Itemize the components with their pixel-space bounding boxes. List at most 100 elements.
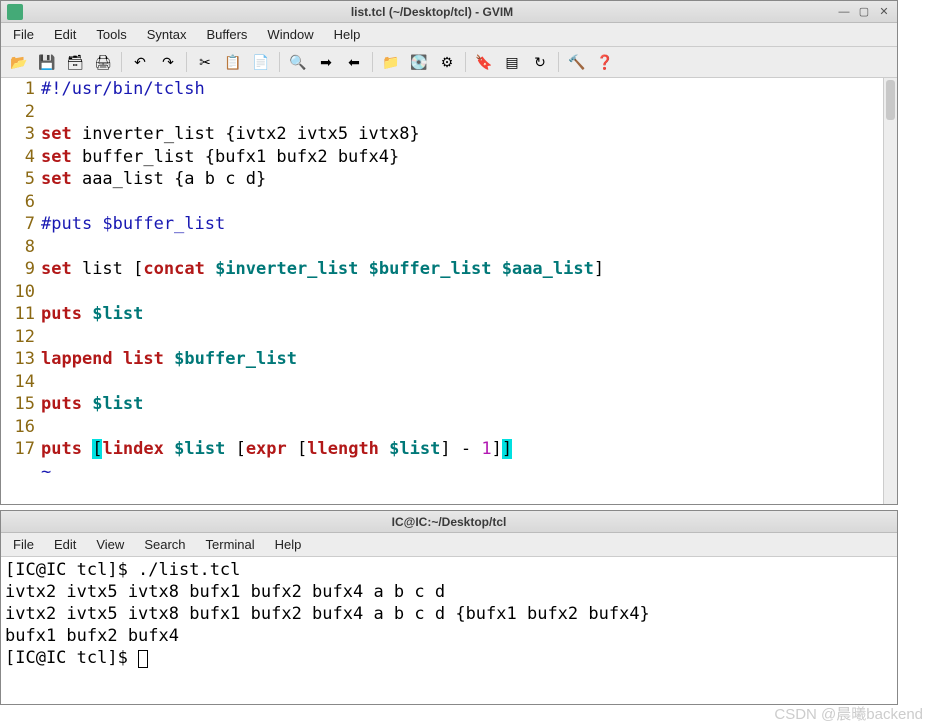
help-icon[interactable]: ❓ xyxy=(593,50,617,74)
menu-syntax[interactable]: Syntax xyxy=(139,25,195,44)
code-line[interactable] xyxy=(41,326,883,349)
menu-window[interactable]: Window xyxy=(259,25,321,44)
line-number: 3 xyxy=(1,123,35,146)
gvim-app-icon xyxy=(7,4,23,20)
find-icon[interactable]: 🔍 xyxy=(286,50,310,74)
gvim-titlebar[interactable]: list.tcl (~/Desktop/tcl) - GVIM — ▢ ✕ xyxy=(1,1,897,23)
terminal-menubar: FileEditViewSearch TerminalHelp xyxy=(1,533,897,557)
terminal-line: ivtx2 ivtx5 ivtx8 bufx1 bufx2 bufx4 a b … xyxy=(5,581,893,603)
menu-file[interactable]: File xyxy=(5,25,42,44)
open-icon[interactable]: 📂 xyxy=(7,50,31,74)
code-line[interactable] xyxy=(41,101,883,124)
line-number: 14 xyxy=(1,371,35,394)
tag-icon[interactable]: 🔖 xyxy=(472,50,496,74)
gvim-window: list.tcl (~/Desktop/tcl) - GVIM — ▢ ✕ Fi… xyxy=(0,0,898,505)
menu-buffers[interactable]: Buffers xyxy=(198,25,255,44)
term-menu-edit[interactable]: Edit xyxy=(46,535,84,554)
menu-tools[interactable]: Tools xyxy=(88,25,134,44)
code-line[interactable]: puts $list xyxy=(41,303,883,326)
terminal-body[interactable]: [IC@IC tcl]$ ./list.tclivtx2 ivtx5 ivtx8… xyxy=(1,557,897,704)
code-line[interactable]: puts $list xyxy=(41,393,883,416)
code-line[interactable]: lappend list $buffer_list xyxy=(41,348,883,371)
print-icon[interactable]: 🖨 xyxy=(91,50,115,74)
toolbar-separator xyxy=(372,52,373,72)
terminal-window: IC@IC:~/Desktop/tcl FileEditViewSearch Te… xyxy=(0,510,898,705)
code-line[interactable]: set inverter_list {ivtx2 ivtx5 ivtx8} xyxy=(41,123,883,146)
line-number: 2 xyxy=(1,101,35,124)
line-number: 7 xyxy=(1,213,35,236)
close-icon[interactable]: ✕ xyxy=(877,5,891,19)
terminal-line: ivtx2 ivtx5 ivtx8 bufx1 bufx2 bufx4 a b … xyxy=(5,603,893,625)
run-icon[interactable]: ↻ xyxy=(528,50,552,74)
gvim-editor[interactable]: 1234567891011121314151617 #!/usr/bin/tcl… xyxy=(1,78,897,504)
code-line[interactable]: puts [lindex $list [expr [llength $list]… xyxy=(41,438,883,461)
session-icon[interactable]: 💽 xyxy=(407,50,431,74)
line-number: 1 xyxy=(1,78,35,101)
gvim-title-text: list.tcl (~/Desktop/tcl) - GVIM xyxy=(27,5,837,19)
gvim-toolbar: 📂💾🗃🖨 ↶↷ ✂📋📄 🔍➡⬅ 📁💽⚙ 🔖▤↻ 🔨❓ xyxy=(1,47,897,78)
line-number: 16 xyxy=(1,416,35,439)
code-line[interactable] xyxy=(41,191,883,214)
term-menu-file[interactable]: File xyxy=(5,535,42,554)
toolbar-separator xyxy=(465,52,466,72)
code-line[interactable]: set list [concat $inverter_list $buffer_… xyxy=(41,258,883,281)
line-number: 11 xyxy=(1,303,35,326)
code-line[interactable] xyxy=(41,281,883,304)
term-menu-search[interactable]: Search xyxy=(136,535,193,554)
undo-icon[interactable]: ↶ xyxy=(128,50,152,74)
line-number: 13 xyxy=(1,348,35,371)
menu-edit[interactable]: Edit xyxy=(46,25,84,44)
line-number: 17 xyxy=(1,438,35,461)
toolbar-separator xyxy=(121,52,122,72)
code-line[interactable]: #!/usr/bin/tclsh xyxy=(41,78,883,101)
next-icon[interactable]: ➡ xyxy=(314,50,338,74)
term-menu-help[interactable]: Help xyxy=(267,535,310,554)
line-number: 12 xyxy=(1,326,35,349)
toolbar-separator xyxy=(186,52,187,72)
gvim-menubar: FileEditTools SyntaxBuffersWindow Help xyxy=(1,23,897,47)
term-menu-terminal[interactable]: Terminal xyxy=(198,535,263,554)
cut-icon[interactable]: ✂ xyxy=(193,50,217,74)
terminal-title-text: IC@IC:~/Desktop/tcl xyxy=(7,515,891,529)
terminal-line: [IC@IC tcl]$ xyxy=(5,647,893,669)
code-line[interactable] xyxy=(41,236,883,259)
code-line[interactable] xyxy=(41,416,883,439)
terminal-line: bufx1 bufx2 bufx4 xyxy=(5,625,893,647)
code-line[interactable]: set aaa_list {a b c d} xyxy=(41,168,883,191)
watermark: CSDN @晨曦backend xyxy=(774,703,923,724)
tilde-line: ~ xyxy=(41,461,883,484)
saveall-icon[interactable]: 🗃 xyxy=(63,50,87,74)
build-icon[interactable]: 🔨 xyxy=(565,50,589,74)
menu-help[interactable]: Help xyxy=(326,25,369,44)
terminal-cursor xyxy=(138,650,148,668)
line-number: 6 xyxy=(1,191,35,214)
maximize-icon[interactable]: ▢ xyxy=(857,5,871,19)
make-icon[interactable]: ⚙ xyxy=(435,50,459,74)
save-icon[interactable]: 💾 xyxy=(35,50,59,74)
line-gutter: 1234567891011121314151617 xyxy=(1,78,41,504)
line-number: 15 xyxy=(1,393,35,416)
toolbar-separator xyxy=(558,52,559,72)
term-menu-view[interactable]: View xyxy=(88,535,132,554)
code-line[interactable]: #puts $buffer_list xyxy=(41,213,883,236)
code-line[interactable] xyxy=(41,371,883,394)
prev-icon[interactable]: ⬅ xyxy=(342,50,366,74)
code-area[interactable]: #!/usr/bin/tclsh set inverter_list {ivtx… xyxy=(41,78,883,504)
toolbar-separator xyxy=(279,52,280,72)
terminal-titlebar[interactable]: IC@IC:~/Desktop/tcl xyxy=(1,511,897,533)
line-number: 9 xyxy=(1,258,35,281)
paste-icon[interactable]: 📄 xyxy=(249,50,273,74)
code-line[interactable]: set buffer_list {bufx1 bufx2 bufx4} xyxy=(41,146,883,169)
load-icon[interactable]: 📁 xyxy=(379,50,403,74)
shell-icon[interactable]: ▤ xyxy=(500,50,524,74)
copy-icon[interactable]: 📋 xyxy=(221,50,245,74)
scrollbar-thumb[interactable] xyxy=(886,80,895,120)
terminal-line: [IC@IC tcl]$ ./list.tcl xyxy=(5,559,893,581)
line-number: 8 xyxy=(1,236,35,259)
redo-icon[interactable]: ↷ xyxy=(156,50,180,74)
minimize-icon[interactable]: — xyxy=(837,5,851,19)
line-number: 5 xyxy=(1,168,35,191)
line-number: 4 xyxy=(1,146,35,169)
vertical-scrollbar[interactable] xyxy=(883,78,897,504)
line-number: 10 xyxy=(1,281,35,304)
